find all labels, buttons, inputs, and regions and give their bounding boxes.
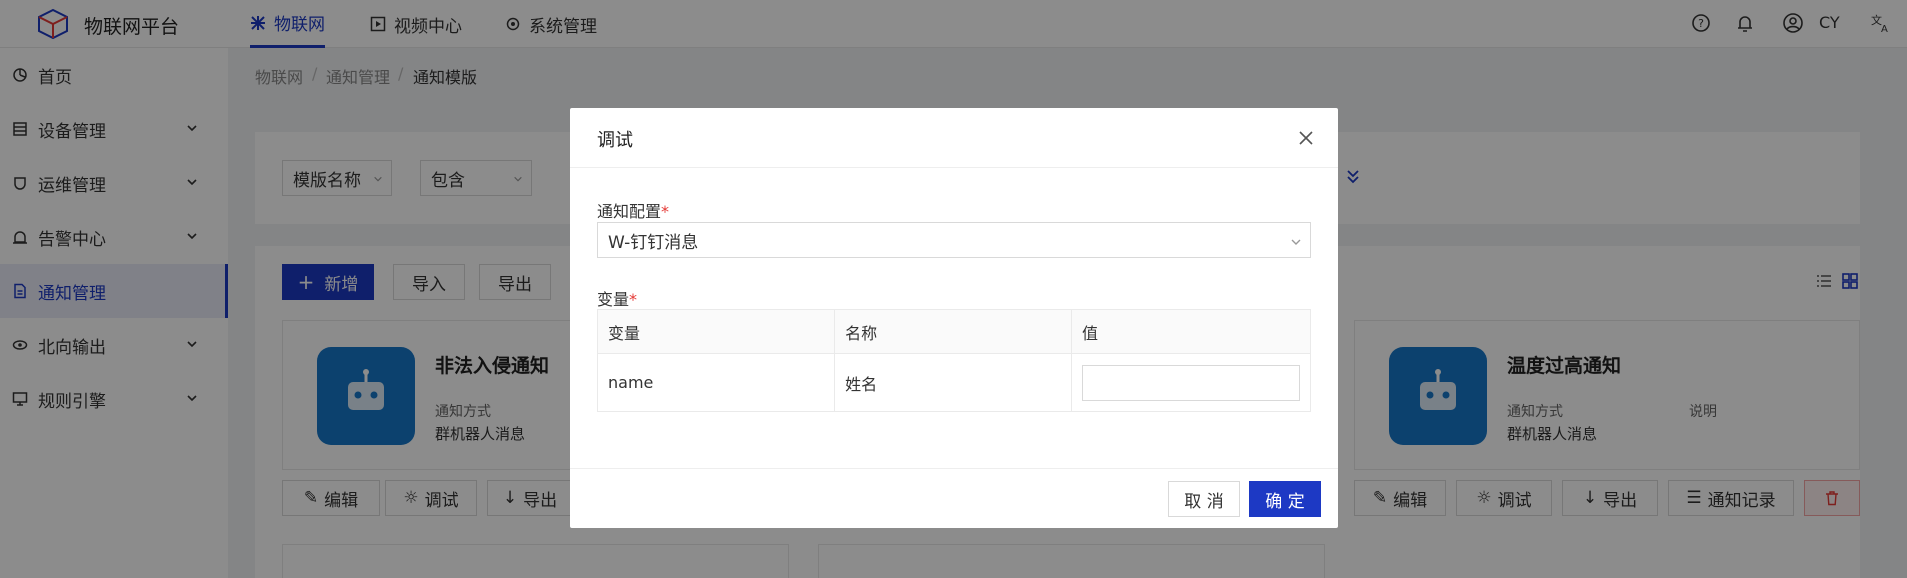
vars-field-label: 变量*: [597, 286, 637, 310]
value-cell: [1071, 353, 1311, 412]
vars-table-wrap: 变量 名称 值 name 姓名: [596, 309, 1311, 412]
chevron-down-icon: [1291, 239, 1301, 245]
column-header: 值: [1071, 309, 1311, 354]
close-icon[interactable]: [1298, 130, 1314, 146]
vars-label-text: 变量: [597, 290, 630, 309]
config-field-label: 通知配置*: [597, 198, 669, 222]
required-mark: *: [629, 290, 638, 309]
config-select[interactable]: W-钉钉消息: [597, 222, 1311, 258]
value-input[interactable]: [1082, 364, 1300, 401]
modal-header: 调试: [570, 108, 1338, 168]
vars-table: 变量 名称 值 name 姓名: [596, 309, 1311, 412]
modal-footer: 取 消 确 定: [570, 468, 1338, 528]
modal-title: 调试: [597, 130, 633, 151]
table-row: name 姓名: [596, 353, 1311, 412]
column-header: 名称: [834, 309, 1072, 354]
ok-button[interactable]: 确 定: [1249, 481, 1321, 517]
table-header-row: 变量 名称 值: [596, 309, 1311, 354]
var-cell: name: [596, 353, 836, 412]
cancel-button[interactable]: 取 消: [1168, 481, 1240, 517]
config-label-text: 通知配置: [597, 202, 662, 221]
required-mark: *: [661, 202, 670, 221]
config-select-value: W-钉钉消息: [608, 232, 699, 253]
name-cell: 姓名: [834, 353, 1072, 412]
debug-modal: 调试 通知配置* W-钉钉消息 变量* 变量 名称 值 name 姓名 取 消 …: [570, 108, 1338, 528]
column-header: 变量: [596, 309, 836, 354]
